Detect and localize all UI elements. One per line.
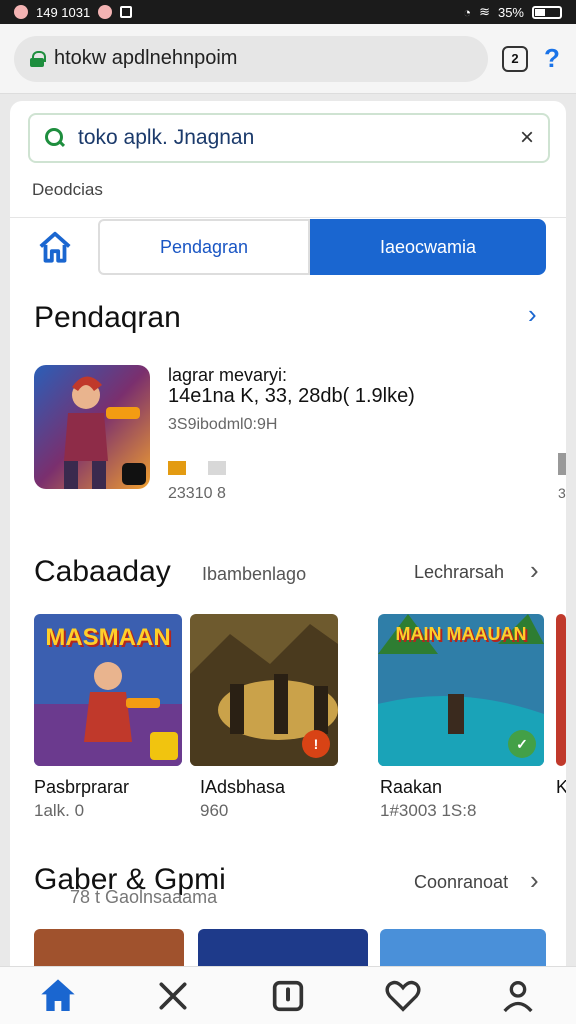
tile-name-peek: K	[556, 777, 566, 797]
bottom-nav	[0, 966, 576, 1024]
rating-chip	[208, 461, 226, 475]
section-title: Pendaqran	[34, 301, 181, 334]
tile-name: Raakan	[380, 777, 443, 797]
lock-icon	[30, 50, 46, 67]
menu-button[interactable]: ?	[542, 43, 562, 74]
content-card: toko aplk. Jnagnan × Deodcias Pendagran …	[10, 101, 566, 971]
game-tile-peek	[556, 614, 566, 766]
game-tile[interactable]	[34, 929, 184, 971]
close-icon[interactable]: ×	[520, 124, 534, 152]
tab-pendagran[interactable]: Pendagran	[98, 219, 310, 275]
featured-app-name: lagrar mevaryi:	[168, 365, 288, 385]
home-icon[interactable]	[38, 976, 78, 1016]
tile-badge-icon: !	[302, 730, 330, 758]
battery-icon	[532, 5, 562, 19]
tile-meta: 1alk. 0	[34, 801, 85, 820]
tile-badge-icon: ✓	[508, 730, 536, 758]
home-icon[interactable]	[36, 229, 74, 267]
rating-chip	[168, 461, 186, 475]
tile-art-title: MASMAAN	[45, 624, 171, 651]
screenshot-icon	[120, 6, 133, 18]
featured-app-details: 14e1na K, 33, 28db( 1.9lke)	[168, 385, 415, 407]
next-item-peek	[558, 453, 566, 475]
alert-square-icon[interactable]	[268, 976, 308, 1016]
browser-toolbar: htokw apdlnehnpoim 2 ?	[0, 24, 576, 94]
chevron-right-icon[interactable]: ›	[528, 299, 537, 330]
search-input[interactable]: toko aplk. Jnagnan	[78, 126, 508, 150]
tile-name: Pasbrprarar	[34, 777, 130, 797]
app-notification-icon	[98, 5, 113, 19]
game-tile[interactable]: !	[190, 614, 338, 766]
battery-percent: 35%	[497, 4, 524, 20]
page-subtitle: Deodcias	[32, 180, 103, 199]
game-tile[interactable]: MAIN MAAUAN ✓	[378, 614, 544, 766]
next-item-peek-text: 3	[558, 485, 566, 501]
tile-art-title: MAIN MAAUAN	[395, 624, 527, 644]
person-icon[interactable]	[498, 976, 538, 1016]
notification-icon	[14, 5, 28, 19]
heart-icon[interactable]	[383, 976, 423, 1016]
search-icon	[44, 127, 66, 149]
featured-app-icon[interactable]	[34, 365, 150, 489]
status-time: 149 1031	[36, 4, 91, 20]
divider	[10, 217, 566, 218]
game-tile[interactable]	[380, 929, 546, 971]
tile-meta: 1#3003 1S:8	[380, 801, 477, 820]
see-more-link[interactable]: Lechrarsah	[414, 562, 504, 583]
chevron-right-icon[interactable]: ›	[530, 555, 539, 586]
url-text: htokw apdlnehnpoim	[54, 47, 238, 69]
search-bar[interactable]: toko aplk. Jnagnan ×	[28, 113, 550, 163]
featured-app-meta: 3S9ibodml0:9H	[168, 416, 278, 433]
section-subtitle: 78 t Gaolnsaaama	[70, 887, 218, 907]
wifi-icon: ≋	[479, 4, 490, 19]
section-title: Cabaaday	[34, 555, 171, 588]
game-tile[interactable]: MASMAAN	[34, 614, 182, 766]
alarm-icon: ◔	[463, 4, 472, 20]
url-bar[interactable]: htokw apdlnehnpoim	[14, 35, 488, 82]
chevron-right-icon[interactable]: ›	[530, 865, 539, 896]
tile-name: IAdsbhasa	[200, 777, 286, 797]
see-more-link[interactable]: Coonranoat	[414, 872, 508, 893]
featured-app-count: 23310 8	[168, 485, 226, 502]
tab-iaeocwamia[interactable]: Iaeocwamia	[310, 219, 546, 275]
tile-meta: 960	[200, 801, 229, 820]
game-tile[interactable]	[198, 929, 368, 971]
section-subtitle: Ibambenlago	[202, 564, 307, 584]
x-icon[interactable]	[153, 976, 193, 1016]
tabs-button[interactable]: 2	[502, 45, 528, 72]
status-bar: 149 1031 ◔ ≋ 35%	[0, 0, 576, 24]
